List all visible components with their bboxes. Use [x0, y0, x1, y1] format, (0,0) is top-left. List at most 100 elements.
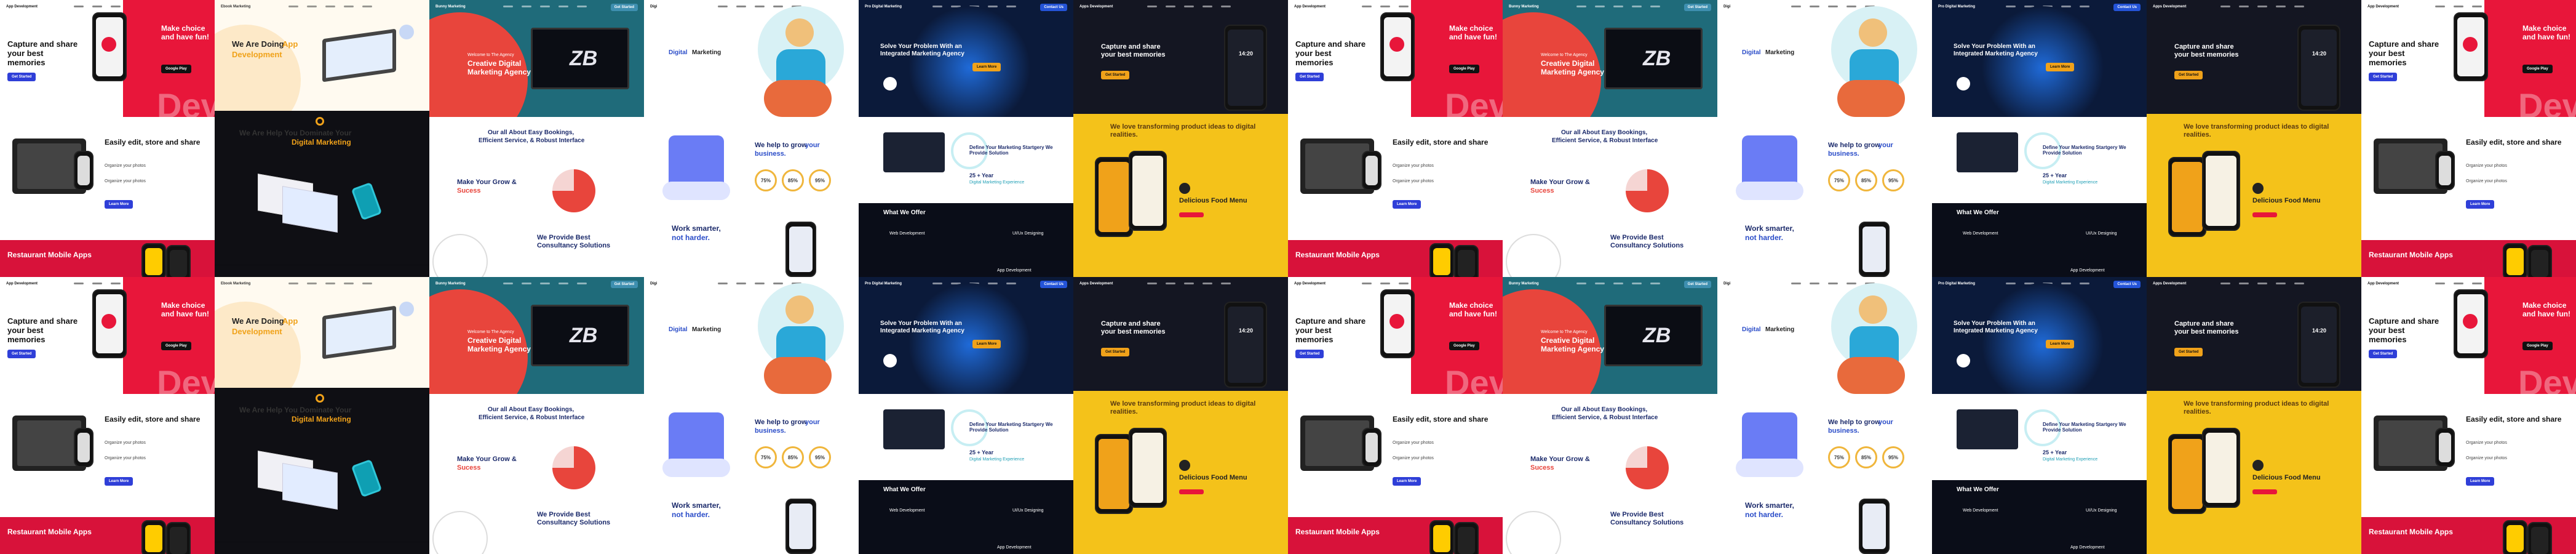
nav-link[interactable] [1791, 283, 1801, 284]
nav-link[interactable] [988, 283, 998, 284]
google-play-button[interactable]: Google Play [161, 65, 191, 73]
nav-link[interactable] [2239, 6, 2249, 7]
nav-link[interactable] [2294, 6, 2304, 7]
site-logo[interactable]: Ebook Marketing [221, 5, 250, 10]
nav-link[interactable] [307, 6, 317, 7]
learn-more-button[interactable]: Learn More [105, 200, 133, 209]
site-logo[interactable]: App Development [1294, 5, 1326, 10]
site-logo[interactable]: App Development [1294, 282, 1326, 287]
nav-link[interactable] [2294, 283, 2304, 284]
nav-link[interactable] [1791, 6, 1801, 7]
offer-item[interactable]: App Development [997, 545, 1032, 550]
nav-link[interactable] [540, 283, 550, 284]
food-button[interactable] [2252, 489, 2277, 494]
nav-link[interactable] [1632, 283, 1642, 284]
nav-link[interactable] [559, 6, 568, 7]
get-started-button[interactable]: Get Started [1101, 71, 1130, 79]
nav-link[interactable] [1847, 283, 1856, 284]
nav-link[interactable] [2061, 283, 2071, 284]
nav-link[interactable] [2080, 283, 2089, 284]
google-play-button[interactable]: Google Play [1449, 342, 1479, 350]
nav-link[interactable] [1221, 283, 1231, 284]
learn-more-button[interactable]: Learn More [972, 63, 1001, 71]
nav-link[interactable] [718, 6, 728, 7]
get-started-button[interactable]: Get Started [2369, 73, 2398, 81]
food-button[interactable] [1179, 489, 1204, 494]
get-started-button[interactable]: Get Started [7, 73, 36, 81]
learn-more-button[interactable]: Learn More [2466, 477, 2495, 486]
nav-button[interactable]: Get Started [1684, 281, 1711, 288]
nav-link[interactable] [362, 283, 372, 284]
site-logo[interactable]: Bunny Marketing [1509, 282, 1539, 287]
nav-link[interactable] [1184, 283, 1194, 284]
nav-link[interactable] [2061, 6, 2071, 7]
nav-link[interactable] [1399, 283, 1409, 284]
learn-more-button[interactable]: Learn More [972, 340, 1001, 348]
nav-link[interactable] [577, 283, 587, 284]
site-logo[interactable]: Apps Development [2153, 282, 2186, 287]
nav-link[interactable] [1576, 6, 1586, 7]
nav-link[interactable] [2276, 6, 2286, 7]
nav-link[interactable] [1576, 283, 1586, 284]
site-logo[interactable]: App Development [2367, 282, 2399, 287]
get-started-button[interactable]: Get Started [2369, 350, 2398, 358]
site-logo[interactable]: App Development [6, 5, 38, 10]
nav-link[interactable] [2006, 6, 2016, 7]
nav-link[interactable] [503, 283, 513, 284]
site-logo[interactable]: Pro Digital Marketing [865, 5, 902, 10]
nav-link[interactable] [1221, 6, 1231, 7]
nav-link[interactable] [92, 283, 102, 284]
nav-link[interactable] [1380, 6, 1390, 7]
site-logo[interactable]: Digi [1723, 282, 1730, 287]
nav-link[interactable] [2257, 6, 2267, 7]
nav-link[interactable] [74, 283, 84, 284]
nav-link[interactable] [1147, 6, 1157, 7]
nav-link[interactable] [1362, 6, 1372, 7]
nav-link[interactable] [2454, 283, 2463, 284]
nav-link[interactable] [1828, 6, 1838, 7]
learn-more-button[interactable]: Learn More [105, 477, 133, 486]
google-play-button[interactable]: Google Play [1449, 65, 1479, 73]
nav-button[interactable]: Get Started [610, 4, 638, 11]
nav-link[interactable] [1810, 283, 1819, 284]
nav-button[interactable]: Contact Us [2113, 4, 2141, 11]
nav-link[interactable] [2454, 6, 2463, 7]
nav-link[interactable] [1147, 283, 1157, 284]
nav-link[interactable] [1184, 6, 1194, 7]
get-started-button[interactable]: Get Started [2174, 71, 2203, 79]
nav-link[interactable] [1166, 283, 1175, 284]
nav-link[interactable] [1613, 283, 1623, 284]
nav-link[interactable] [932, 6, 942, 7]
nav-link[interactable] [718, 283, 728, 284]
get-started-button[interactable]: Get Started [1295, 73, 1324, 81]
learn-more-button[interactable]: Learn More [1393, 200, 1421, 209]
offer-item[interactable]: UI/Ux Designing [1012, 231, 1044, 236]
nav-link[interactable] [1595, 283, 1605, 284]
site-logo[interactable]: Apps Development [1079, 282, 1113, 287]
nav-link[interactable] [1810, 6, 1819, 7]
nav-link[interactable] [1595, 6, 1605, 7]
nav-link[interactable] [2435, 283, 2445, 284]
nav-link[interactable] [325, 283, 335, 284]
nav-link[interactable] [755, 6, 765, 7]
site-logo[interactable]: Ebook Marketing [221, 282, 250, 287]
learn-more-button[interactable]: Learn More [2046, 63, 2075, 71]
nav-link[interactable] [1632, 6, 1642, 7]
nav-link[interactable] [111, 6, 121, 7]
offer-item[interactable]: UI/Ux Designing [2086, 508, 2117, 513]
google-play-button[interactable]: Google Play [2522, 342, 2553, 350]
nav-link[interactable] [577, 6, 587, 7]
learn-more-button[interactable]: Learn More [2466, 200, 2495, 209]
nav-link[interactable] [1203, 283, 1212, 284]
site-logo[interactable]: Bunny Marketing [435, 282, 466, 287]
get-started-button[interactable]: Get Started [7, 350, 36, 358]
learn-more-button[interactable]: Learn More [1393, 477, 1421, 486]
nav-link[interactable] [540, 6, 550, 7]
learn-more-button[interactable]: Learn More [2046, 340, 2075, 348]
site-logo[interactable]: Apps Development [1079, 5, 1113, 10]
nav-link[interactable] [288, 6, 298, 7]
nav-link[interactable] [522, 6, 531, 7]
nav-link[interactable] [988, 6, 998, 7]
offer-item[interactable]: Web Development [889, 231, 924, 236]
nav-link[interactable] [362, 6, 372, 7]
